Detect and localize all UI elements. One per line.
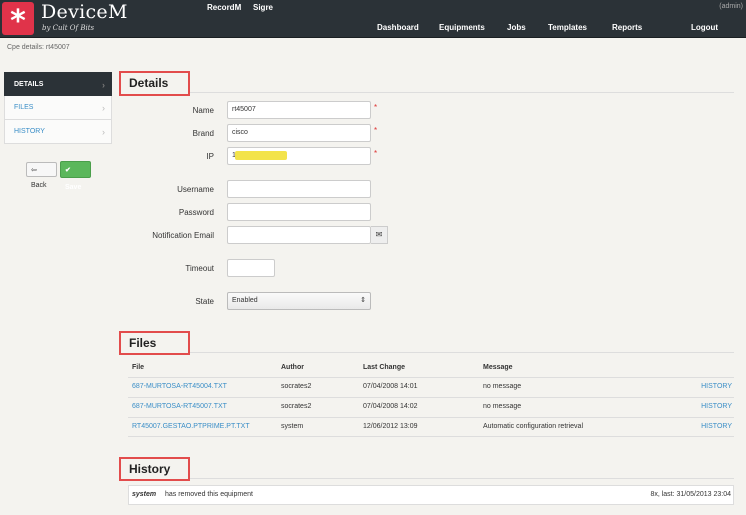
ip-label: IP [206,152,214,161]
brand-field[interactable]: cisco [227,124,371,142]
name-field[interactable]: rt45007 [227,101,371,119]
divider [190,352,734,353]
chevron-right-icon: › [102,80,105,90]
timeout-label: Timeout [185,264,214,273]
back-button[interactable]: ⇦ Back [26,162,57,189]
required-marker: * [374,149,378,158]
file-link[interactable]: 687-MURTOSA-RT45007.TXT [132,403,227,410]
table-row: RT45007.GESTAO.PTPRIME.PT.TXT system 12/… [128,417,734,437]
history-link[interactable]: HISTORY [701,383,732,390]
password-field[interactable] [227,203,371,221]
nav-equipments[interactable]: Equipments [439,23,485,32]
sidebar-item-label: DETAILS [14,81,44,88]
column-author[interactable]: Author [281,364,304,371]
last-change-cell: 12/06/2012 13:09 [363,423,418,430]
history-actor: system [132,491,157,498]
arrow-left-icon: ⇦ [31,167,37,174]
check-icon: ✔ [65,167,71,174]
state-label: State [195,297,214,306]
history-text: has removed this equipment [165,491,253,498]
side-menu: DETAILS › FILES › HISTORY › [4,72,112,144]
message-cell: no message [483,403,522,410]
table-row: 687-MURTOSA-RT45004.TXT socrates2 07/04/… [128,377,734,397]
required-marker: * [374,126,378,135]
sidebar-item-label: HISTORY [14,128,45,135]
nav-templates[interactable]: Templates [548,23,587,32]
select-arrows-icon: ⇕ [360,297,366,304]
divider [190,92,734,93]
name-label: Name [192,106,214,115]
sidebar-item-details[interactable]: DETAILS › [4,72,112,96]
history-link[interactable]: HISTORY [701,403,732,410]
app-subtitle: by Cult Of Bits [42,24,95,32]
save-label: Save [65,184,82,191]
nav-jobs[interactable]: Jobs [507,23,526,32]
column-message[interactable]: Message [483,364,513,371]
history-entry: system has removed this equipment 8x, la… [128,485,734,505]
history-heading: History [129,462,171,476]
notification-email-field[interactable] [227,226,371,244]
sidebar-item-label: FILES [14,104,34,111]
history-meta: 8x, last: 31/05/2013 23:04 [650,491,731,498]
author-cell: socrates2 [281,403,312,410]
details-heading: Details [129,76,169,90]
table-row: 687-MURTOSA-RT45007.TXT socrates2 07/04/… [128,397,734,417]
nav-logout[interactable]: Logout [691,23,718,32]
file-link[interactable]: 687-MURTOSA-RT45004.TXT [132,383,227,390]
notification-email-label: Notification Email [152,231,214,240]
files-heading: Files [129,336,157,350]
sidebar-item-files[interactable]: FILES › [4,96,112,120]
app-title[interactable]: DeviceM [41,1,128,23]
username-label: Username [177,185,214,194]
logo-asterisk-icon[interactable]: * [2,2,34,39]
column-file[interactable]: File [132,364,144,371]
state-select[interactable]: Enabled ⇕ [227,292,371,310]
last-change-cell: 07/04/2008 14:02 [363,403,418,410]
user-label[interactable]: (admin) [719,3,743,10]
last-change-cell: 07/04/2008 14:01 [363,383,418,390]
author-cell: socrates2 [281,383,312,390]
sidebar-item-history[interactable]: HISTORY › [4,120,112,144]
save-button[interactable]: ✔ Save [60,161,91,191]
required-marker: * [374,103,378,112]
divider [190,478,734,479]
brand-label: Brand [192,129,214,138]
breadcrumb: Cpe details: rt45007 [7,44,70,51]
password-label: Password [178,208,214,217]
top-link-sigre[interactable]: Sigre [253,3,273,15]
author-cell: system [281,423,304,430]
message-cell: Automatic configuration retrieval [483,423,583,430]
nav-dashboard[interactable]: Dashboard [377,23,419,32]
file-link[interactable]: RT45007.GESTAO.PTPRIME.PT.TXT [132,423,250,430]
top-link-recordm[interactable]: RecordM [207,3,241,15]
envelope-icon: ✉ [371,226,388,244]
column-last-change[interactable]: Last Change [363,364,405,371]
history-link[interactable]: HISTORY [701,423,732,430]
username-field[interactable] [227,180,371,198]
state-value: Enabled [232,297,258,304]
redaction-highlight [235,151,287,160]
message-cell: no message [483,383,522,390]
app-header: * DeviceM by Cult Of Bits RecordM Sigre … [0,0,746,39]
back-label: Back [31,182,47,189]
timeout-field[interactable] [227,259,275,277]
nav-reports[interactable]: Reports [612,23,642,32]
